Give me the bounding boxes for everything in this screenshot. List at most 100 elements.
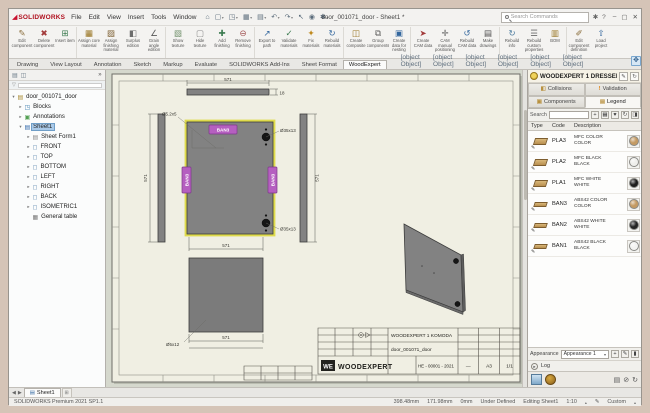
graphics-area[interactable]: 571 18 571 571 Ø5.2x5 BAN3 BAN3: [106, 70, 527, 387]
drawing-canvas[interactable]: 571 18 571 571 Ø5.2x5 BAN3 BAN3: [106, 70, 524, 387]
tree-expand-arrow[interactable]: ▸: [26, 164, 31, 170]
menu-item[interactable]: File: [71, 14, 81, 21]
panel-header-button[interactable]: ↻: [630, 72, 639, 81]
menu-item[interactable]: Insert: [128, 14, 144, 21]
edit-material-icon[interactable]: ✎: [531, 228, 535, 234]
wood-appearance-icon[interactable]: [545, 374, 556, 385]
quick-access-icon[interactable]: ◉: [308, 13, 316, 22]
command-tab[interactable]: Sheet Format: [296, 60, 343, 69]
quick-access-icon[interactable]: ⌂: [204, 13, 210, 22]
ribbon-button[interactable]: ∠ Grain angle edition: [144, 27, 166, 58]
sheet-scale[interactable]: 1:10: [566, 399, 577, 405]
menu-item[interactable]: View: [107, 14, 121, 21]
quick-access-icon[interactable]: ↶: [270, 13, 280, 22]
quick-access-icon[interactable]: ▢: [214, 13, 225, 22]
legend-row[interactable]: ✎ PLA1 MFC WHITE WHITE: [528, 173, 641, 194]
menu-item[interactable]: Edit: [89, 14, 100, 21]
view-tool-icon[interactable]: [object Object]: [465, 54, 494, 68]
tree-item[interactable]: ▸ ▤ Sheet Form1: [9, 132, 105, 142]
view-front[interactable]: [187, 122, 273, 234]
ribbon-button[interactable]: ◧ Surplus edition: [122, 27, 144, 58]
search-commands-box[interactable]: Search Commands: [501, 12, 589, 23]
material-swatch[interactable]: [626, 198, 641, 211]
ribbon-button[interactable]: ✚ Add finishing: [211, 27, 233, 58]
edit-material-icon[interactable]: ✎: [531, 207, 535, 213]
chevron-up-icon[interactable]: ▴: [585, 400, 587, 405]
legend-toolbar-button[interactable]: ♥: [611, 111, 619, 119]
chevron-up-icon[interactable]: ▴: [634, 400, 636, 405]
add-sheet-button[interactable]: ⊞: [62, 388, 72, 397]
sheet-tab[interactable]: ▤ Sheet1: [24, 388, 61, 397]
tree-item[interactable]: ▸ ▣ Annotations: [9, 112, 105, 122]
quick-access-icon[interactable]: ▦: [242, 13, 253, 22]
tree-item[interactable]: ▸ ◻ BOTTOM: [9, 162, 105, 172]
ribbon-button[interactable]: ▨ Assign finishing material: [100, 27, 122, 58]
menu-item[interactable]: Tools: [151, 14, 166, 21]
drawing-sheet[interactable]: [112, 74, 520, 382]
material-swatch[interactable]: [626, 135, 641, 148]
tree-expand-arrow[interactable]: ▸: [26, 184, 31, 190]
appearance-button[interactable]: +: [611, 350, 619, 358]
view-tool-icon[interactable]: [object Object]: [401, 54, 430, 68]
appearance-select[interactable]: Appearance 1 ▾: [561, 350, 609, 359]
edit-material-icon[interactable]: ✎: [531, 166, 535, 172]
ribbon-button[interactable]: ⧉ Group components: [367, 27, 389, 58]
ribbon-button[interactable]: ▧ Show texture: [167, 27, 189, 58]
tree-expand-arrow[interactable]: ▸: [26, 154, 31, 160]
panel-bottom-button[interactable]: ▤: [614, 376, 621, 384]
panel-bottom-button[interactable]: ⊘: [623, 376, 629, 384]
ribbon-button[interactable]: ▦ Assign core material: [78, 27, 100, 58]
log-row[interactable]: ▸ Log: [528, 360, 641, 371]
quick-access-icon[interactable]: ▤: [256, 13, 267, 22]
command-tab[interactable]: View Layout: [44, 60, 87, 69]
tree-item[interactable]: ▾ ▤ Sheet1: [9, 122, 105, 132]
material-swatch[interactable]: [626, 156, 641, 169]
ribbon-button[interactable]: ✦ Fix materials: [300, 27, 322, 58]
view-tool-icon[interactable]: [object Object]: [530, 54, 559, 68]
edit-material-icon[interactable]: ✎: [531, 145, 535, 151]
active-tool-icon[interactable]: ✥: [631, 56, 641, 66]
tree-expand-arrow[interactable]: ▾: [11, 94, 16, 100]
log-expand-icon[interactable]: ▸: [531, 363, 538, 370]
command-tab[interactable]: Drawing: [11, 60, 44, 69]
tree-item[interactable]: ▸ ◳ Blocks: [9, 102, 105, 112]
command-tab[interactable]: Markup: [157, 60, 188, 69]
tree-item[interactable]: ▸ ◻ ISOMETRIC1: [9, 202, 105, 212]
ribbon-button[interactable]: ✖ Delete component: [33, 27, 55, 58]
view-top-edge[interactable]: [187, 89, 269, 95]
view-right-edge[interactable]: [300, 114, 307, 242]
material-swatch[interactable]: [626, 177, 641, 190]
legend-row[interactable]: ✎ PLA3 MFC COLOR COLOR: [528, 131, 641, 152]
panel-bottom-button[interactable]: ↻: [632, 376, 638, 384]
command-tab[interactable]: Sketch: [127, 60, 157, 69]
view-tool-icon[interactable]: [object Object]: [433, 54, 462, 68]
command-tab[interactable]: SOLIDWORKS Add-Ins: [223, 60, 296, 69]
tree-expand-arrow[interactable]: ▸: [26, 204, 31, 210]
window-control-button[interactable]: ▢: [621, 13, 627, 21]
command-tab[interactable]: Evaluate: [189, 60, 224, 69]
tree-expand-arrow[interactable]: ▸: [26, 174, 31, 180]
appearance-button[interactable]: ▮: [631, 350, 639, 358]
sheet-nav-prev-icon[interactable]: ◀: [12, 390, 16, 396]
legend-row[interactable]: ✎ BAN1 ABS42 BLACK BLACK: [528, 236, 641, 257]
legend-search-input[interactable]: [549, 111, 589, 119]
column-header-type[interactable]: Type: [528, 123, 552, 129]
woodexpert-tab[interactable]: ▣ Components: [528, 96, 585, 109]
legend-row[interactable]: ✎ PLA2 MFC BLACK BLACK: [528, 152, 641, 173]
quick-access-icon[interactable]: ◳: [228, 13, 239, 22]
legend-toolbar-button[interactable]: +: [591, 111, 599, 119]
material-swatch[interactable]: [626, 240, 641, 253]
window-control-button[interactable]: –: [613, 13, 617, 21]
view-tool-icon[interactable]: [object Object]: [563, 54, 592, 68]
quick-access-icon[interactable]: ↷: [284, 13, 294, 22]
panel-header-button[interactable]: ✎: [619, 72, 628, 81]
tree-expand-arrow[interactable]: ▸: [26, 134, 31, 140]
feature-manager-tab-icon[interactable]: ◫: [21, 72, 27, 79]
legend-row[interactable]: ✎ BAN3 ABS42 COLOR COLOR: [528, 194, 641, 215]
column-header-code[interactable]: Code: [552, 123, 574, 129]
edit-material-icon[interactable]: ✎: [531, 249, 535, 255]
tree-expand-arrow[interactable]: ▸: [18, 104, 23, 110]
material-library-icon[interactable]: [531, 374, 542, 385]
tree-item[interactable]: ▸ ◻ LEFT: [9, 172, 105, 182]
titlebar-icon[interactable]: ✱: [593, 13, 598, 21]
